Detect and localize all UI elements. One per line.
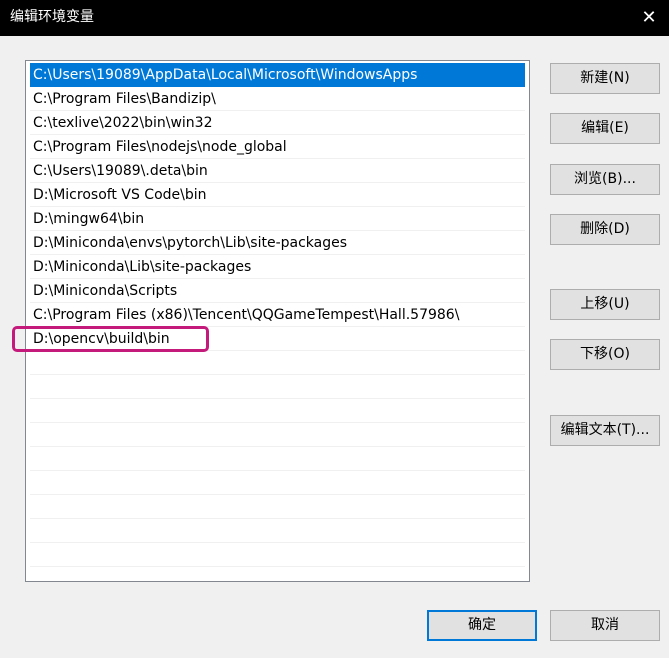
edit-env-var-dialog: 编辑环境变量 ✕ C:\Users\19089\AppData\Local\Mi… <box>0 0 669 658</box>
browse-button[interactable]: 浏览(B)... <box>550 164 660 195</box>
delete-button[interactable]: 删除(D) <box>550 214 660 245</box>
move-up-button[interactable]: 上移(U) <box>550 289 660 320</box>
empty-list-row[interactable] <box>30 495 525 519</box>
empty-list-row[interactable] <box>30 399 525 423</box>
edit-text-button[interactable]: 编辑文本(T)... <box>550 415 660 446</box>
path-item[interactable]: D:\opencv\build\bin <box>30 327 525 351</box>
path-item[interactable]: C:\Users\19089\AppData\Local\Microsoft\W… <box>30 63 525 87</box>
empty-list-row[interactable] <box>30 519 525 543</box>
empty-list-row[interactable] <box>30 447 525 471</box>
path-item[interactable]: C:\texlive\2022\bin\win32 <box>30 111 525 135</box>
new-button[interactable]: 新建(N) <box>550 63 660 94</box>
ok-button[interactable]: 确定 <box>427 610 537 641</box>
empty-list-row[interactable] <box>30 351 525 375</box>
path-list[interactable]: C:\Users\19089\AppData\Local\Microsoft\W… <box>25 60 530 582</box>
move-down-button[interactable]: 下移(O) <box>550 339 660 370</box>
path-item[interactable]: D:\mingw64\bin <box>30 207 525 231</box>
dialog-title: 编辑环境变量 <box>10 9 94 25</box>
path-item[interactable]: D:\Miniconda\Lib\site-packages <box>30 255 525 279</box>
empty-list-row[interactable] <box>30 543 525 567</box>
title-bar: 编辑环境变量 ✕ <box>0 0 669 36</box>
empty-list-row[interactable] <box>30 423 525 447</box>
path-item[interactable]: D:\Miniconda\envs\pytorch\Lib\site-packa… <box>30 231 525 255</box>
path-item[interactable]: C:\Program Files\nodejs\node_global <box>30 135 525 159</box>
cancel-button[interactable]: 取消 <box>550 610 660 641</box>
empty-list-row[interactable] <box>30 471 525 495</box>
path-item[interactable]: D:\Miniconda\Scripts <box>30 279 525 303</box>
path-item[interactable]: C:\Program Files (x86)\Tencent\QQGameTem… <box>30 303 525 327</box>
empty-list-row[interactable] <box>30 375 525 399</box>
path-item[interactable]: C:\Users\19089\.deta\bin <box>30 159 525 183</box>
edit-button[interactable]: 编辑(E) <box>550 113 660 144</box>
path-item[interactable]: D:\Microsoft VS Code\bin <box>30 183 525 207</box>
close-icon[interactable]: ✕ <box>637 6 661 30</box>
path-item[interactable]: C:\Program Files\Bandizip\ <box>30 87 525 111</box>
